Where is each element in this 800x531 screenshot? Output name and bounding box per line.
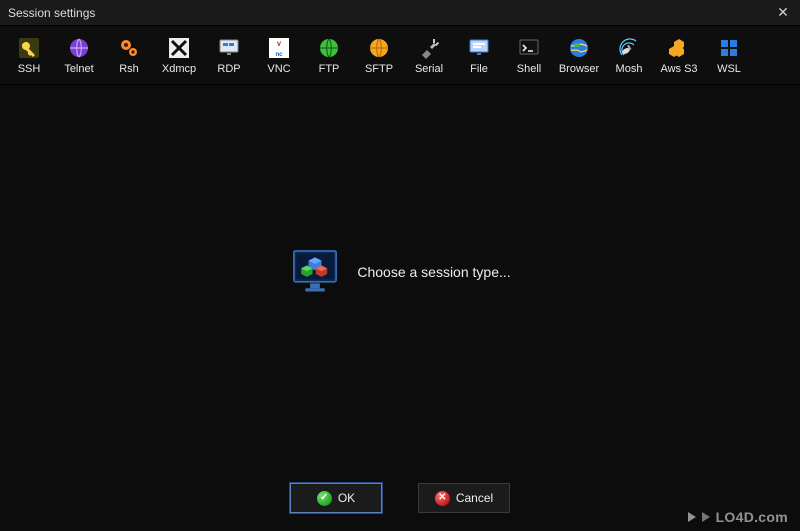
cancel-label: Cancel <box>456 491 493 505</box>
satellite-icon <box>617 36 641 60</box>
svg-text:V: V <box>277 42 281 48</box>
globe-blue-icon <box>567 36 591 60</box>
plug-icon <box>417 36 441 60</box>
file-monitor-icon <box>467 36 491 60</box>
chevron-icon <box>688 512 696 522</box>
session-illustration-icon <box>289 246 341 298</box>
window-title: Session settings <box>8 6 95 20</box>
terminal-icon <box>517 36 541 60</box>
gears-icon <box>117 36 141 60</box>
key-icon <box>17 36 41 60</box>
close-icon: ✕ <box>777 4 789 21</box>
vnc-icon: Vnc <box>267 36 291 60</box>
boxes-icon <box>667 36 691 60</box>
content-area: Choose a session type... <box>0 72 800 471</box>
globe-orange-icon <box>367 36 391 60</box>
prompt-text: Choose a session type... <box>357 264 510 280</box>
ok-button[interactable]: ✓ OK <box>290 483 382 513</box>
globe-green-icon <box>317 36 341 60</box>
windows-icon <box>717 36 741 60</box>
chevron-icon <box>702 512 710 522</box>
cancel-icon: ✕ <box>435 491 450 506</box>
close-button[interactable]: ✕ <box>766 0 800 26</box>
titlebar: Session settings ✕ <box>0 0 800 26</box>
monitor-windows-icon <box>217 36 241 60</box>
ok-label: OK <box>338 491 355 505</box>
dialog-footer: ✓ OK ✕ Cancel <box>0 483 800 513</box>
svg-text:nc: nc <box>275 52 283 58</box>
globe-purple-icon <box>67 36 91 60</box>
check-icon: ✓ <box>317 491 332 506</box>
cancel-button[interactable]: ✕ Cancel <box>418 483 510 513</box>
x-icon <box>167 36 191 60</box>
